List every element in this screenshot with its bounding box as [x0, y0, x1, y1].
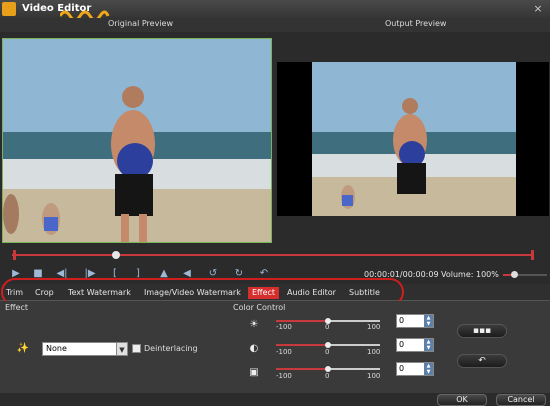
contrast-slider-fill — [276, 344, 328, 346]
chevron-down-icon[interactable]: ▼ — [116, 342, 128, 356]
contrast-max-label: 100 — [367, 348, 381, 356]
beach-scene-image — [3, 39, 271, 242]
saturation-min-label: -100 — [276, 372, 292, 380]
color-control-section-label: Color Control — [233, 303, 286, 312]
cancel-button[interactable]: Cancel — [496, 394, 546, 406]
original-preview-video — [2, 38, 272, 243]
timeline-track[interactable] — [12, 254, 534, 256]
output-frame — [312, 62, 516, 216]
contrast-icon: ◐ — [249, 343, 259, 354]
magic-wand-icon: ✨ — [16, 343, 30, 354]
saturation-icon: ▣ — [249, 367, 259, 378]
timeline-end-marker[interactable] — [531, 250, 534, 260]
brightness-max-label: 100 — [367, 323, 381, 331]
window-title: Video Editor — [22, 3, 92, 14]
contrast-mid-label: 0 — [325, 348, 330, 356]
contrast-min-label: -100 — [276, 348, 292, 356]
volume-slider-thumb[interactable] — [511, 271, 518, 278]
volume-value: 100% — [476, 270, 499, 279]
brightness-icon: ☀ — [249, 319, 259, 330]
volume-label: Volume: — [441, 270, 474, 279]
brightness-stepper-icon[interactable]: ▲ ▼ — [424, 315, 433, 327]
ok-button[interactable]: OK — [437, 394, 487, 406]
saturation-mid-label: 0 — [325, 372, 330, 380]
original-preview-label: Original Preview — [108, 19, 173, 28]
effect-section-label: Effect — [5, 303, 29, 312]
brightness-slider-fill — [276, 320, 328, 322]
deinterlacing-label: Deinterlacing — [144, 344, 198, 353]
deinterlacing-checkbox[interactable] — [132, 344, 141, 353]
beach-scene-output-image — [312, 62, 516, 216]
close-button[interactable]: × — [530, 2, 546, 16]
saturation-stepper-icon[interactable]: ▲ ▼ — [424, 363, 433, 375]
brightness-min-label: -100 — [276, 323, 292, 331]
apply-to-all-button[interactable]: ▪▪▪ — [457, 324, 507, 338]
saturation-slider-fill — [276, 368, 328, 370]
timeline-start-marker[interactable] — [13, 250, 16, 260]
contrast-stepper-icon[interactable]: ▲ ▼ — [424, 339, 433, 351]
saturation-max-label: 100 — [367, 372, 381, 380]
timeline-playhead[interactable] — [112, 251, 121, 259]
brightness-mid-label: 0 — [325, 323, 330, 331]
reset-button[interactable]: ↶ — [457, 354, 507, 368]
preview-header — [0, 18, 550, 32]
app-icon — [2, 2, 16, 16]
output-preview-label: Output Preview — [385, 19, 447, 28]
